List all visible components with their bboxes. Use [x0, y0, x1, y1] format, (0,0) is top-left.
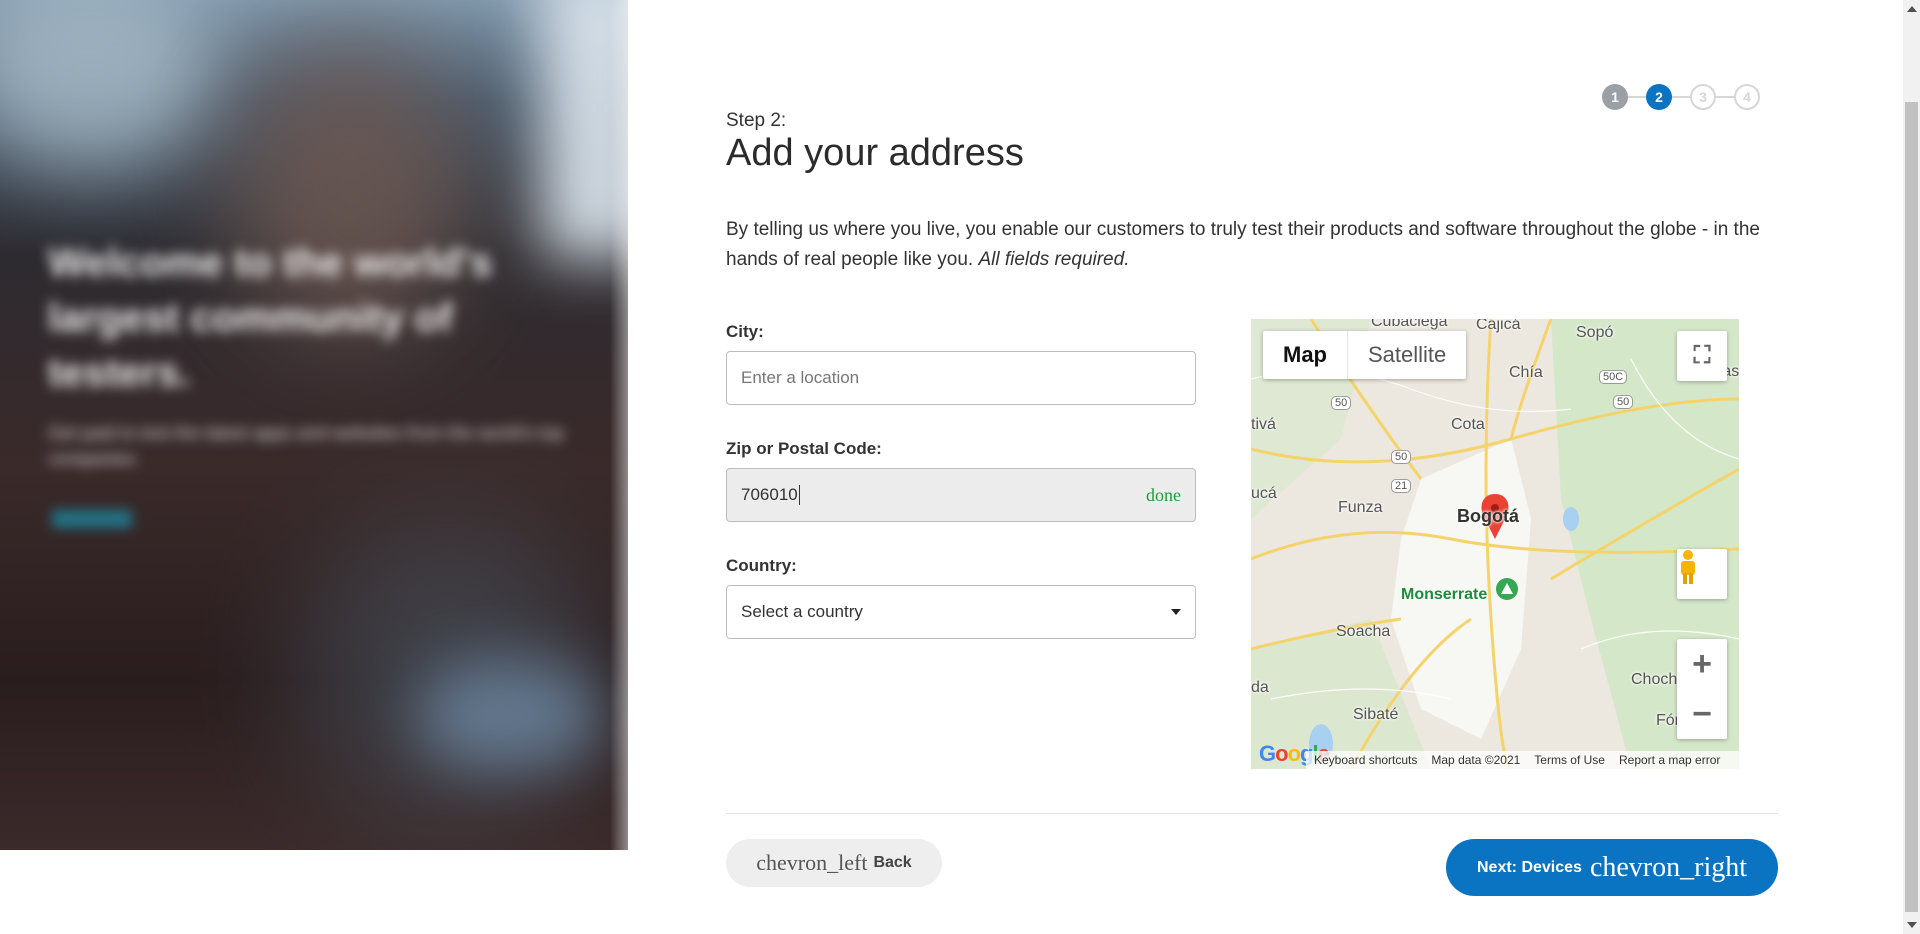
map-data-attribution: Map data ©2021	[1431, 753, 1521, 767]
scroll-down-icon[interactable]	[1907, 922, 1917, 928]
map-canvas	[1251, 319, 1739, 769]
chevron-left-icon: chevron_left	[756, 850, 868, 875]
terms-link[interactable]: Terms of Use	[1534, 753, 1605, 767]
step-2: 2	[1646, 84, 1672, 110]
chevron-right-icon: chevron_right	[1589, 851, 1747, 883]
map-place-label: ucá	[1251, 485, 1277, 502]
step-connector	[1628, 96, 1646, 98]
zoom-out-button[interactable]: −	[1677, 689, 1727, 739]
road-shield: 50	[1331, 396, 1352, 410]
divider	[726, 813, 1778, 814]
map-place-label: da	[1251, 679, 1269, 696]
keyboard-shortcuts-link[interactable]: Keyboard shortcuts	[1314, 753, 1417, 767]
hero-link	[52, 510, 132, 528]
map-place-label: Cota	[1451, 416, 1485, 433]
zip-value-wrap: 706010	[741, 485, 800, 506]
map-place-label: Sopó	[1576, 324, 1614, 341]
progress-stepper: 1 2 3 4	[1602, 84, 1760, 110]
scroll-up-icon[interactable]	[1907, 6, 1917, 12]
zoom-in-button[interactable]: +	[1677, 639, 1727, 689]
map-place-label: Cubaciega	[1371, 319, 1448, 330]
hero-image: Welcome to the world's largest community…	[0, 0, 628, 850]
step-label: Step 2:	[726, 110, 787, 131]
country-select[interactable]: Select a country	[726, 585, 1196, 639]
zip-status: done	[1146, 484, 1181, 505]
step-connector	[1672, 96, 1690, 98]
map-footer: Keyboard shortcuts Map data ©2021 Terms …	[1306, 751, 1739, 769]
chevron-down-icon	[1171, 609, 1181, 615]
next-button-label: Next: Devices	[1476, 858, 1582, 876]
map-place-label: Funza	[1338, 499, 1383, 516]
city-input[interactable]	[726, 351, 1196, 405]
intro-body: By telling us where you live, you enable…	[726, 219, 1760, 270]
step-1: 1	[1602, 84, 1628, 110]
map-place-label: Chochí	[1631, 671, 1682, 688]
plus-icon: +	[1692, 644, 1712, 683]
zip-value: 706010	[741, 484, 798, 504]
map-type-toggle: Map Satellite	[1263, 331, 1467, 379]
page-title: Add your address	[726, 132, 1024, 174]
map-place-label: Chía	[1509, 364, 1543, 381]
road-shield: 50	[1613, 395, 1634, 409]
road-shield: 21	[1391, 479, 1412, 493]
minus-icon: −	[1692, 694, 1712, 733]
next-button[interactable]: Next: Devices chevron_right	[1446, 839, 1778, 896]
fullscreen-button[interactable]: ⛶	[1677, 331, 1727, 381]
city-label: City:	[726, 322, 764, 341]
step-3: 3	[1690, 84, 1716, 110]
back-button[interactable]: chevron_left Back	[726, 839, 942, 887]
map-city-label: Bogotá	[1457, 506, 1519, 526]
scroll-thumb[interactable]	[1905, 102, 1918, 912]
fullscreen-icon: ⛶	[1693, 342, 1711, 369]
country-label: Country:	[726, 556, 797, 575]
step-connector	[1716, 96, 1734, 98]
zip-label: Zip or Postal Code:	[726, 439, 882, 458]
intro-text: By telling us where you live, you enable…	[726, 215, 1766, 275]
hero-fade	[610, 0, 650, 934]
pegman-icon	[1681, 550, 1695, 584]
country-value: Select a country	[741, 602, 863, 621]
step-4: 4	[1734, 84, 1760, 110]
map-place-label: Cajicá	[1476, 319, 1521, 333]
map-tab-map[interactable]: Map	[1263, 331, 1348, 379]
road-shield: 50	[1391, 450, 1412, 464]
back-button-label: Back	[873, 854, 912, 871]
map-place-label: Sibaté	[1353, 706, 1399, 723]
map-landmark-label: Monserrate	[1401, 586, 1488, 603]
hero-subtext: Get paid to test the latest apps and web…	[48, 423, 564, 469]
location-map[interactable]: Cubaciega Cajicá Sopó Chía Guas Cota tiv…	[1251, 319, 1739, 769]
map-place-label: tivá	[1251, 416, 1276, 433]
road-shield: 50C	[1599, 370, 1628, 384]
map-tab-satellite[interactable]: Satellite	[1348, 331, 1466, 379]
street-view-button[interactable]	[1677, 549, 1727, 599]
zip-input[interactable]: 706010 done	[726, 468, 1196, 522]
intro-required-note: All fields required.	[978, 249, 1130, 270]
text-cursor	[798, 485, 800, 506]
hero-heading: Welcome to the world's largest community…	[48, 241, 493, 395]
map-place-label: Soacha	[1336, 623, 1391, 640]
report-map-error-link[interactable]: Report a map error	[1619, 753, 1720, 767]
page-scrollbar[interactable]	[1903, 0, 1920, 934]
zoom-controls: + −	[1677, 639, 1727, 739]
